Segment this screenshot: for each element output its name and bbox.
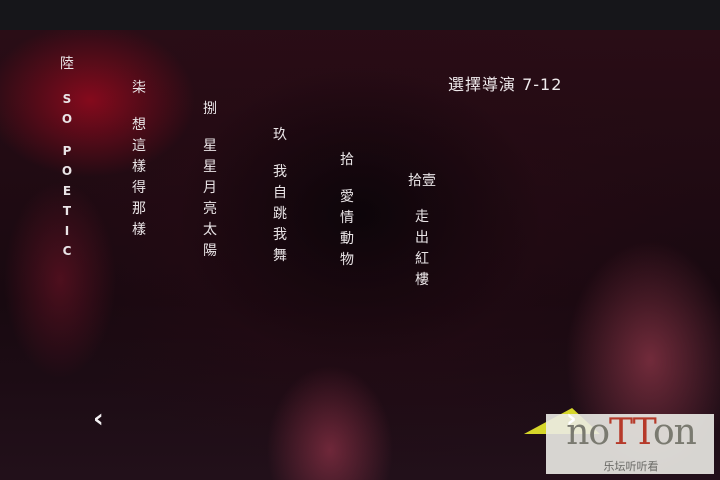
chapter-title-char: 樓 bbox=[415, 272, 429, 288]
chapter-number: 柒 bbox=[132, 80, 146, 96]
chapter-item-11[interactable]: 拾壹 走 出 紅 樓 bbox=[408, 173, 436, 291]
chapter-title-char: 物 bbox=[340, 252, 354, 268]
chapter-title-char: 出 bbox=[415, 230, 429, 246]
chapter-title-char: P bbox=[62, 144, 72, 158]
chapter-item-6[interactable]: 陸 S O P O E T I C bbox=[60, 54, 74, 261]
chapter-title-char: 愛 bbox=[340, 189, 354, 205]
background-shadow bbox=[180, 70, 540, 360]
chapter-number: 拾壹 bbox=[408, 173, 436, 189]
chapter-item-8[interactable]: 捌 星 星 月 亮 太 陽 bbox=[203, 99, 217, 262]
top-letterbox-bar bbox=[0, 0, 720, 30]
chapter-item-10[interactable]: 拾 愛 情 動 物 bbox=[340, 150, 354, 271]
watermark-brand-part: TT bbox=[609, 412, 654, 453]
chapter-title-char: 我 bbox=[273, 164, 287, 180]
chapter-title-char: 想 bbox=[132, 117, 146, 133]
chapter-title-char: 跳 bbox=[273, 206, 287, 222]
watermark-brand-part: no bbox=[566, 412, 610, 453]
chapter-number: 拾 bbox=[340, 152, 354, 168]
chapter-title-char: 亮 bbox=[203, 201, 217, 217]
watermark-brand: noTTon bbox=[548, 412, 714, 454]
chapter-title-char: 自 bbox=[273, 185, 287, 201]
chapter-item-9[interactable]: 玖 我 自 跳 我 舞 bbox=[273, 125, 287, 267]
previous-page-arrow-icon[interactable]: ‹ bbox=[93, 406, 104, 432]
menu-header: 選擇導演 7-12 bbox=[448, 75, 563, 94]
chapter-title-char: I bbox=[64, 224, 70, 238]
chapter-title-char: E bbox=[62, 184, 72, 198]
chapter-title-char: 月 bbox=[203, 180, 217, 196]
chapter-title-char: 走 bbox=[415, 209, 429, 225]
chapter-title-char: 星 bbox=[203, 159, 217, 175]
chapter-title-char: 情 bbox=[340, 210, 354, 226]
chapter-number: 捌 bbox=[203, 101, 217, 117]
chapter-title-char: S bbox=[62, 92, 72, 106]
chapter-number: 玖 bbox=[273, 127, 287, 143]
chapter-title-char: 太 bbox=[203, 222, 217, 238]
chapter-title-char: 動 bbox=[340, 231, 354, 247]
chapter-title-char: O bbox=[61, 112, 73, 126]
chapter-title-char: O bbox=[61, 164, 73, 178]
chapter-title-char: 樣 bbox=[132, 159, 146, 175]
chapter-title-char: 舞 bbox=[273, 248, 287, 264]
chapter-title-char: 得 bbox=[132, 180, 146, 196]
chapter-number: 陸 bbox=[60, 56, 74, 72]
chapter-title-char: 陽 bbox=[203, 243, 217, 259]
chapter-title-char: 樣 bbox=[132, 222, 146, 238]
chapter-title-char: 這 bbox=[132, 138, 146, 154]
chapter-title-char: 那 bbox=[132, 201, 146, 217]
watermark-brand-part: on bbox=[652, 412, 697, 453]
chapter-title-char: 星 bbox=[203, 138, 217, 154]
chapter-title-char: C bbox=[62, 244, 72, 258]
chapter-title-char: 我 bbox=[273, 227, 287, 243]
chapter-title-char: 紅 bbox=[415, 251, 429, 267]
watermark-subtitle: 乐坛听听看 bbox=[603, 460, 659, 473]
chapter-item-7[interactable]: 柒 想 這 樣 得 那 樣 bbox=[132, 78, 146, 241]
chapter-title-char: T bbox=[62, 204, 72, 218]
